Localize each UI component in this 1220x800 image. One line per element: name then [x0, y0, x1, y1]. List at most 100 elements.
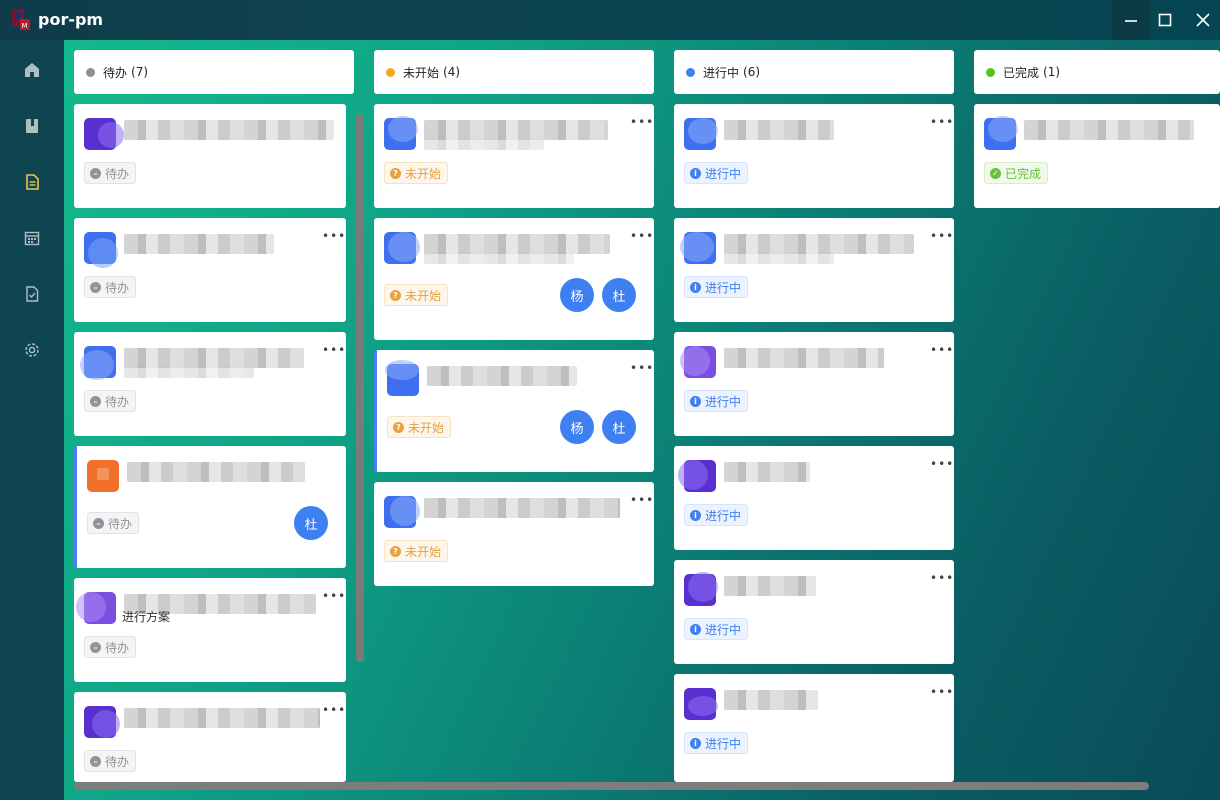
- task-avatar-icon: [684, 118, 718, 150]
- task-avatar-icon: [87, 460, 119, 492]
- document-icon: [26, 174, 39, 190]
- task-title-blurred: [424, 252, 574, 264]
- task-title-blurred: [424, 498, 620, 518]
- sidebar-item-home[interactable]: [20, 58, 44, 82]
- more-options-icon[interactable]: •••: [630, 116, 653, 128]
- task-card[interactable]: ••• i 进行中: [674, 560, 954, 664]
- task-card[interactable]: ••• ? 未开始 杨 杜: [374, 218, 654, 340]
- task-title-blurred: [427, 366, 577, 386]
- column-header-done[interactable]: 已完成 (1): [974, 50, 1220, 94]
- column-title: 待办: [103, 65, 128, 80]
- status-badge: i 进行中: [684, 504, 749, 526]
- task-card[interactable]: ••• i 进行中: [674, 218, 954, 322]
- task-avatar-icon: [684, 688, 718, 720]
- column-header-todo[interactable]: 待办 (7): [74, 50, 354, 94]
- sidebar-item-settings[interactable]: [20, 338, 44, 362]
- assignee-avatar[interactable]: 杨: [560, 410, 594, 444]
- task-card[interactable]: ••• i 进行中: [674, 104, 954, 208]
- task-title-blurred: [1024, 120, 1194, 140]
- more-options-icon[interactable]: •••: [630, 230, 653, 242]
- status-badge: ? 未开始: [384, 540, 449, 562]
- sidebar: [0, 40, 64, 800]
- board-horizontal-scrollbar[interactable]: [74, 782, 1149, 790]
- task-avatar-icon: [678, 460, 716, 492]
- task-card[interactable]: ••• – 待办: [74, 692, 346, 782]
- task-avatar-icon: [384, 496, 420, 528]
- column-count: (1): [1043, 65, 1061, 79]
- more-options-icon[interactable]: •••: [630, 362, 653, 374]
- task-title-blurred: [424, 120, 608, 140]
- task-card[interactable]: ✓ 已完成: [974, 104, 1220, 208]
- status-badge: i 进行中: [684, 276, 749, 298]
- task-card[interactable]: ••• i 进行中: [674, 446, 954, 550]
- maximize-icon: [1158, 13, 1172, 27]
- maximize-button[interactable]: [1146, 0, 1184, 40]
- task-card[interactable]: – 待办 杜: [74, 446, 346, 568]
- task-avatar-icon: [84, 706, 120, 738]
- task-card[interactable]: 进行方案 ••• – 待办: [74, 578, 346, 682]
- sidebar-item-calendar[interactable]: [20, 226, 44, 250]
- more-options-icon[interactable]: •••: [930, 116, 953, 128]
- task-title-fragment: 进行方案: [122, 610, 171, 624]
- status-badge: – 待办: [84, 750, 137, 772]
- status-badge: i 进行中: [684, 732, 749, 754]
- task-card[interactable]: – 待办: [74, 104, 346, 208]
- column-title: 进行中: [703, 65, 740, 80]
- minimize-icon: [1125, 20, 1137, 22]
- more-options-icon[interactable]: •••: [322, 590, 345, 602]
- sidebar-item-tasks[interactable]: [20, 170, 44, 194]
- status-dot: [686, 67, 695, 77]
- more-options-icon[interactable]: •••: [930, 686, 953, 698]
- app-title: por-pm: [38, 10, 104, 29]
- sidebar-item-checklist[interactable]: [20, 282, 44, 306]
- assignee-avatar[interactable]: 杜: [602, 278, 636, 312]
- task-card[interactable]: ••• ? 未开始: [374, 104, 654, 208]
- more-options-icon[interactable]: •••: [630, 494, 653, 506]
- more-options-icon[interactable]: •••: [322, 230, 345, 242]
- task-card[interactable]: ••• i 进行中: [674, 332, 954, 436]
- more-options-icon[interactable]: •••: [930, 230, 953, 242]
- column-header-not-started[interactable]: 未开始 (4): [374, 50, 654, 94]
- status-badge: ? 未开始: [384, 162, 449, 184]
- task-title-blurred: [124, 366, 254, 378]
- status-badge: i 进行中: [684, 618, 749, 640]
- more-options-icon[interactable]: •••: [322, 704, 345, 716]
- task-avatar-icon: [684, 572, 718, 606]
- column-scrollbar[interactable]: [356, 114, 364, 662]
- title-bar: M por-pm: [0, 0, 1220, 40]
- assignee-avatar[interactable]: 杜: [602, 410, 636, 444]
- status-badge: ? 未开始: [384, 284, 449, 306]
- status-dot: [86, 67, 95, 77]
- task-card[interactable]: ••• – 待办: [74, 218, 346, 322]
- status-badge: – 待办: [84, 162, 137, 184]
- column-header-in-progress[interactable]: 进行中 (6): [674, 50, 954, 94]
- task-card[interactable]: ••• ? 未开始 杨 杜: [374, 350, 654, 472]
- task-card[interactable]: ••• i 进行中: [674, 674, 954, 782]
- bookmark-icon: [26, 119, 38, 133]
- more-options-icon[interactable]: •••: [930, 458, 953, 470]
- task-avatar-icon: [680, 346, 716, 378]
- status-badge: ? 未开始: [387, 416, 452, 438]
- task-avatar-icon: [76, 592, 116, 624]
- close-button[interactable]: [1184, 0, 1220, 40]
- task-card[interactable]: ••• – 待办: [74, 332, 346, 436]
- minimize-button[interactable]: [1112, 0, 1150, 40]
- more-options-icon[interactable]: •••: [930, 344, 953, 356]
- task-title-blurred: [424, 234, 610, 254]
- assignee-avatar[interactable]: 杨: [560, 278, 594, 312]
- assignee-avatar[interactable]: 杜: [294, 506, 328, 540]
- more-options-icon[interactable]: •••: [930, 572, 953, 584]
- column-count: (6): [743, 65, 761, 79]
- task-avatar-icon: [384, 116, 418, 150]
- task-avatar-icon: [385, 360, 419, 396]
- sidebar-item-projects[interactable]: [20, 114, 44, 138]
- task-avatar-icon: [84, 232, 118, 268]
- calendar-icon: [24, 231, 40, 246]
- task-card[interactable]: ••• ? 未开始: [374, 482, 654, 586]
- task-title-blurred: [424, 138, 544, 150]
- task-avatar-icon: [384, 232, 420, 264]
- task-title-blurred: [124, 708, 320, 728]
- task-title-blurred: [124, 234, 274, 254]
- status-badge: – 待办: [84, 390, 137, 412]
- more-options-icon[interactable]: •••: [322, 344, 345, 356]
